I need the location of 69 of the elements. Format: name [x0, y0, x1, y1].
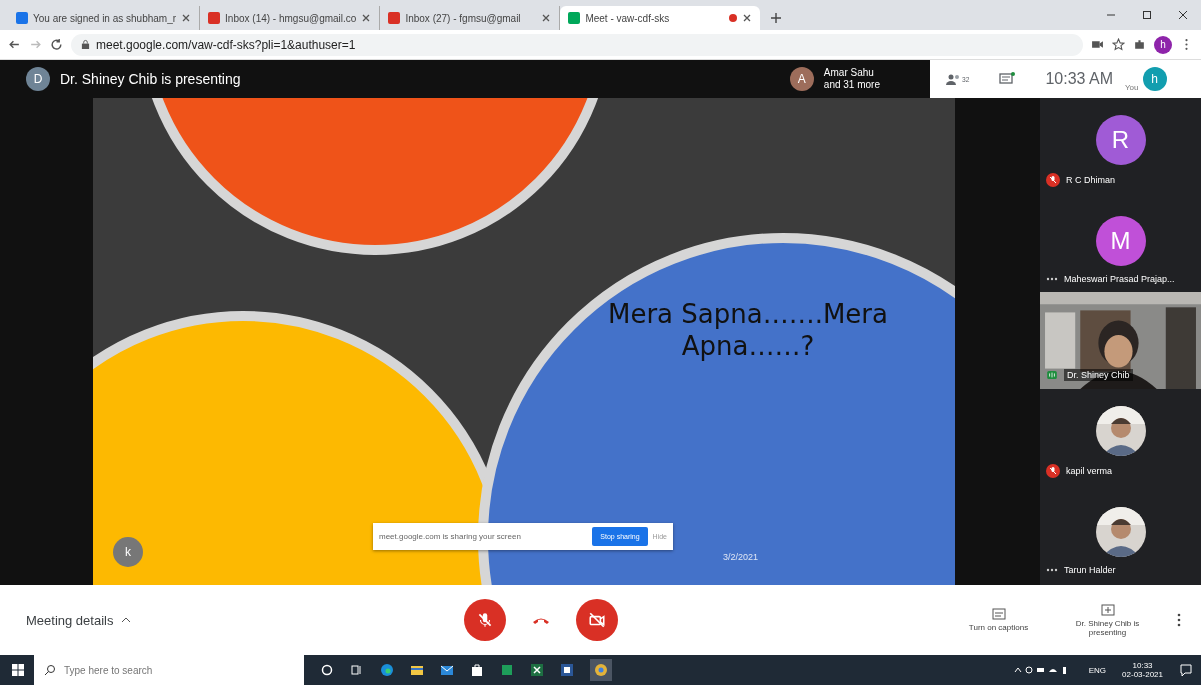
maximize-icon[interactable]: [1141, 9, 1153, 21]
presenting-title: Dr. Shiney Chib is presenting: [60, 71, 241, 87]
close-icon[interactable]: [541, 13, 552, 23]
slide-title: Mera Sapna…….Mera Apna……?: [607, 298, 889, 362]
speaking-icon: [1046, 371, 1058, 379]
participant-name: kapil verma: [1066, 466, 1112, 476]
spreadsheet-icon[interactable]: [530, 663, 544, 677]
slide-date: 3/2/2021: [723, 552, 759, 562]
cortana-icon[interactable]: [320, 663, 334, 677]
profile-avatar[interactable]: h: [1154, 35, 1172, 54]
back-icon[interactable]: [8, 38, 21, 51]
app-icon[interactable]: [500, 663, 514, 677]
reload-icon[interactable]: [50, 38, 63, 51]
participant-avatar: R: [1095, 115, 1146, 165]
folder-icon[interactable]: [410, 663, 424, 677]
new-tab-icon[interactable]: [770, 12, 783, 24]
participant-name: Amar Sahu: [823, 67, 875, 79]
audio-idle-icon: [1046, 566, 1058, 574]
tab-title: You are signed in as shubham_r: [33, 12, 177, 24]
taskbar-search-field[interactable]: Type here to search: [34, 655, 304, 685]
camera-off-icon: [588, 611, 607, 629]
participant-name: Maheswari Prasad Prajap...: [1064, 274, 1175, 284]
close-icon[interactable]: [181, 13, 192, 23]
meeting-details-button[interactable]: Meeting details: [26, 612, 132, 628]
task-view-icon[interactable]: [350, 663, 364, 677]
camera-icon[interactable]: [1091, 38, 1104, 51]
browser-tab[interactable]: Meet - vaw-cdf-sks: [560, 6, 761, 30]
participant-name: R C Dhiman: [1066, 175, 1115, 185]
tab-title: Meet - vaw-cdf-sks: [585, 12, 671, 24]
mail-icon[interactable]: [440, 663, 454, 677]
tab-title: Inbox (27) - fgmsu@gmail: [405, 12, 522, 24]
taskbar-date: 02-03-2021: [1122, 670, 1163, 679]
address-bar[interactable]: meet.google.com/vaw-cdf-sks?pli=1&authuser=1: [71, 33, 1083, 56]
presenting-button[interactable]: Dr. Shiney Chib is presenting: [1060, 602, 1155, 638]
taskbar-time: 10:33: [1132, 661, 1153, 670]
presenter-avatar: D: [26, 67, 50, 91]
participant-name: Dr. Shiney Chib: [1064, 369, 1133, 381]
microphone-button[interactable]: [464, 599, 507, 641]
chat-icon[interactable]: [999, 72, 1016, 86]
audio-idle-icon: [1046, 275, 1058, 283]
language-indicator[interactable]: ENG: [1088, 665, 1107, 675]
search-icon: [44, 664, 56, 676]
participant-more: and 31 more: [823, 79, 880, 91]
document-icon[interactable]: [560, 663, 574, 677]
participant-name: Tarun Halder: [1064, 565, 1116, 575]
close-icon[interactable]: [1177, 9, 1189, 21]
store-bag-icon[interactable]: [470, 663, 484, 677]
tab-title: Inbox (14) - hmgsu@gmail.co: [225, 12, 357, 24]
close-icon[interactable]: [361, 13, 372, 23]
caret-icon: [121, 617, 132, 623]
you-label: You: [1125, 83, 1139, 92]
captions-button[interactable]: Turn on captions: [951, 607, 1046, 633]
notifications-icon[interactable]: [1179, 663, 1193, 677]
share-message: meet.google.com is sharing your screen: [379, 532, 522, 541]
meeting-time: 10:33 AM: [1045, 70, 1113, 88]
participant-avatar: A: [789, 67, 814, 91]
present-screen-icon: [1100, 603, 1115, 616]
extensions-icon[interactable]: [1133, 38, 1146, 51]
chrome-icon[interactable]: [590, 659, 612, 681]
camera-button[interactable]: [576, 599, 619, 641]
star-icon[interactable]: [1112, 38, 1125, 51]
close-icon[interactable]: [742, 13, 753, 23]
captions-icon: [991, 608, 1006, 620]
people-icon: [946, 73, 962, 85]
participant-avatar: M: [1095, 216, 1146, 266]
more-icon[interactable]: [1177, 613, 1181, 627]
windows-start-icon[interactable]: [12, 664, 24, 676]
edge-browser-icon[interactable]: [380, 663, 394, 677]
lock-icon: [81, 39, 90, 50]
